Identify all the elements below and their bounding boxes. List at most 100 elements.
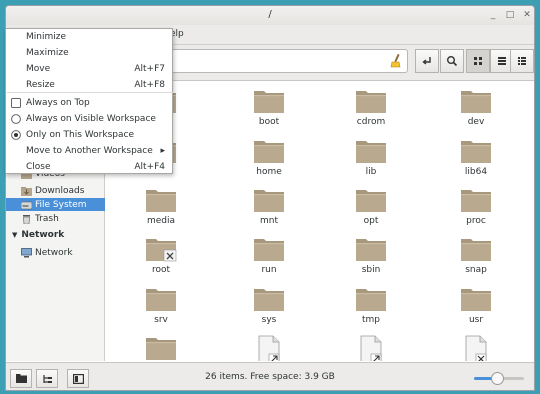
menu-item-label: Always on Visible Workspace [26, 114, 156, 124]
downloads-folder-icon [21, 186, 32, 196]
search-icon [447, 56, 458, 67]
file-name: lib64 [464, 167, 488, 177]
clear-brush-icon[interactable] [390, 54, 402, 68]
menu-item-label: Resize [26, 80, 55, 90]
file-item[interactable]: lib64 [446, 138, 506, 188]
file-name: boot [258, 117, 280, 127]
file-item[interactable]: lib [341, 138, 401, 188]
file-item[interactable]: home [239, 138, 299, 188]
file-icon [465, 335, 487, 361]
search-button[interactable] [440, 49, 464, 73]
title-bar[interactable]: / _ □ ✕ [6, 6, 534, 25]
file-item[interactable]: sbin [341, 236, 401, 286]
file-item[interactable] [446, 335, 506, 361]
file-icon [360, 335, 382, 361]
menu-item-always-on-visible-workspace[interactable]: Always on Visible Workspace [6, 111, 172, 127]
network-icon [21, 247, 32, 257]
folder-icon [146, 190, 176, 212]
menu-item-maximize[interactable]: Maximize [6, 45, 172, 61]
file-item[interactable]: tmp [341, 286, 401, 336]
go-button[interactable] [415, 49, 439, 73]
file-item[interactable] [239, 335, 299, 361]
folder-icon [146, 289, 176, 311]
menu-item-label: Close [26, 162, 51, 172]
zoom-slider-handle[interactable] [490, 372, 504, 385]
file-item[interactable]: cdrom [341, 88, 401, 138]
file-item[interactable]: snap [446, 236, 506, 286]
menu-item-move-to-another-workspace[interactable]: Move to Another Workspace ▸ [6, 143, 172, 159]
sidebar-item-downloads[interactable]: Downloads [6, 184, 105, 197]
file-item[interactable]: root [131, 236, 191, 286]
compact-list-icon [518, 57, 526, 65]
file-item[interactable]: proc [446, 187, 506, 237]
folder-icon [356, 239, 386, 261]
close-icon[interactable]: ✕ [522, 10, 532, 20]
radio-icon [11, 114, 21, 124]
menu-item-only-on-this-workspace[interactable]: Only on This Workspace [6, 127, 172, 143]
maximize-icon[interactable]: □ [505, 10, 515, 20]
file-name: srv [154, 315, 168, 325]
file-name: sys [261, 315, 277, 325]
folder-icon [254, 239, 284, 261]
file-item[interactable] [341, 335, 401, 361]
file-item[interactable]: usr [446, 286, 506, 336]
file-name: lib [365, 167, 377, 177]
menu-item-always-on-top[interactable]: Always on Top [6, 95, 172, 111]
sidebar-item-network[interactable]: Network [6, 246, 105, 259]
submenu-arrow-icon: ▸ [160, 146, 165, 156]
sidebar-item-trash[interactable]: Trash [6, 212, 105, 225]
drive-icon [21, 201, 32, 209]
window-context-menu: Minimize Maximize Move Alt+F7 Resize Alt+F8 Al… [5, 28, 173, 174]
folder-icon [356, 91, 386, 113]
file-item[interactable]: dev [446, 88, 506, 138]
file-name: snap [465, 265, 487, 275]
file-icon [258, 335, 280, 361]
folder-icon [461, 141, 491, 163]
file-name: media [146, 216, 176, 226]
compact-view-button[interactable] [510, 49, 534, 73]
folder-icon [461, 91, 491, 113]
menu-item-minimize[interactable]: Minimize [6, 29, 172, 45]
file-item[interactable]: media [131, 187, 191, 237]
minimize-icon[interactable]: _ [488, 10, 498, 20]
window-title: / [268, 9, 272, 20]
folder-icon [254, 141, 284, 163]
file-item[interactable]: sys [239, 286, 299, 336]
zoom-slider[interactable] [474, 372, 524, 385]
menu-item-accelerator: Alt+F7 [134, 64, 165, 74]
folder-icon [356, 141, 386, 163]
list-icon [498, 57, 506, 65]
file-name: usr [468, 315, 484, 325]
trash-icon [23, 214, 30, 224]
sidebar-item-label: File System [35, 199, 87, 210]
file-name: sbin [361, 265, 381, 275]
file-item[interactable] [131, 335, 191, 361]
file-name: proc [466, 216, 486, 226]
menu-item-label: Maximize [26, 48, 69, 58]
menu-item-label: Only on This Workspace [26, 130, 134, 140]
file-name: home [256, 167, 282, 177]
sidebar-item-file-system[interactable]: File System [6, 198, 105, 211]
menu-item-label: Minimize [26, 32, 66, 42]
status-summary: 26 items. Free space: 3.9 GB [205, 372, 335, 382]
file-item[interactable]: boot [239, 88, 299, 138]
menu-item-close[interactable]: Close Alt+F4 [6, 159, 172, 175]
file-item[interactable]: opt [341, 187, 401, 237]
icon-view-button[interactable] [466, 49, 490, 73]
file-name: mnt [260, 216, 278, 226]
menu-item-resize[interactable]: Resize Alt+F8 [6, 77, 172, 93]
folder-icon [146, 239, 177, 262]
menu-item-move[interactable]: Move Alt+F7 [6, 61, 172, 77]
sidebar-item-label: Trash [35, 213, 59, 224]
folder-icon [254, 91, 284, 113]
file-item[interactable]: run [239, 236, 299, 286]
expander-icon: ▼ [12, 231, 18, 239]
grid-icon [474, 57, 482, 65]
file-item[interactable]: mnt [239, 187, 299, 237]
folder-icon [461, 190, 491, 212]
file-item[interactable]: srv [131, 286, 191, 336]
folder-icon [356, 289, 386, 311]
status-bar: 26 items. Free space: 3.9 GB [6, 362, 534, 390]
sidebar-item-label: Network [35, 247, 73, 258]
sidebar-network-header[interactable]: ▼ Network [12, 230, 64, 240]
